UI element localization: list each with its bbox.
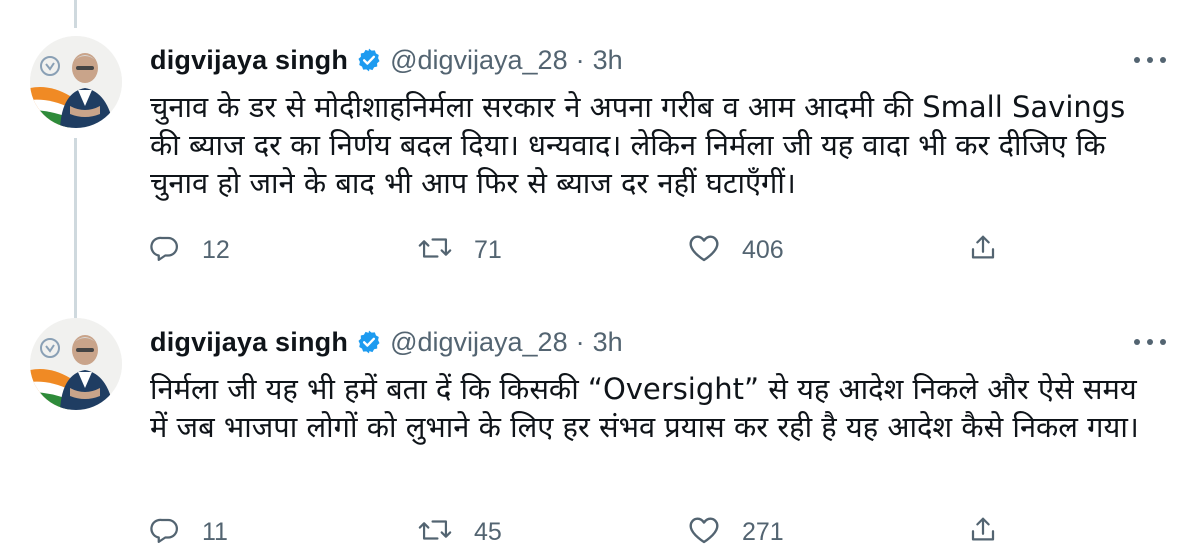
tweet-actions: 11 45 271 [150,512,1030,552]
share-icon [968,233,998,268]
retweet-button[interactable]: 45 [418,512,502,552]
verified-badge-icon [356,329,382,355]
separator-dot: · [575,44,585,75]
reply-button[interactable]: 11 [150,512,228,552]
retweet-icon [418,515,452,550]
like-button[interactable]: 271 [688,512,784,552]
tweet-actions: 12 71 406 [150,230,1030,270]
tweet-text: निर्मला जी यह भी हमें बता दें कि किसकी “… [150,372,1139,444]
tweet-header: digvijaya singh @digvijaya_28 · 3h [150,322,623,362]
retweet-count: 45 [474,517,502,546]
like-count: 406 [742,235,784,264]
more-options-icon[interactable] [1130,48,1170,72]
thread-connector-line [74,0,77,28]
reply-icon [150,233,180,268]
retweet-button[interactable]: 71 [418,230,502,270]
reply-count: 11 [202,517,228,546]
thread-connector-line [74,138,77,318]
avatar[interactable] [30,318,122,410]
like-count: 271 [742,517,784,546]
author-handle[interactable]: @digvijaya_28 [390,327,568,358]
author-name[interactable]: digvijaya singh [150,327,348,358]
avatar[interactable] [30,36,122,128]
separator-dot: · [575,326,585,357]
share-icon [968,515,998,550]
author-name[interactable]: digvijaya singh [150,45,348,76]
reply-button[interactable]: 12 [150,230,230,270]
tweet-text: चुनाव के डर से मोदीशाहनिर्मला सरकार ने अ… [150,90,1126,200]
retweet-count: 71 [474,235,502,264]
timestamp[interactable]: 3h [593,327,623,358]
timestamp[interactable]: 3h [593,45,623,76]
author-handle[interactable]: @digvijaya_28 [390,45,568,76]
share-button[interactable] [968,230,998,270]
like-icon [688,515,720,550]
like-button[interactable]: 406 [688,230,784,270]
like-icon [688,233,720,268]
tweet-header: digvijaya singh @digvijaya_28 · 3h [150,40,623,80]
reply-icon [150,515,180,550]
share-button[interactable] [968,512,998,552]
retweet-icon [418,233,452,268]
verified-badge-icon [356,47,382,73]
more-options-icon[interactable] [1130,330,1170,354]
reply-count: 12 [202,235,230,264]
